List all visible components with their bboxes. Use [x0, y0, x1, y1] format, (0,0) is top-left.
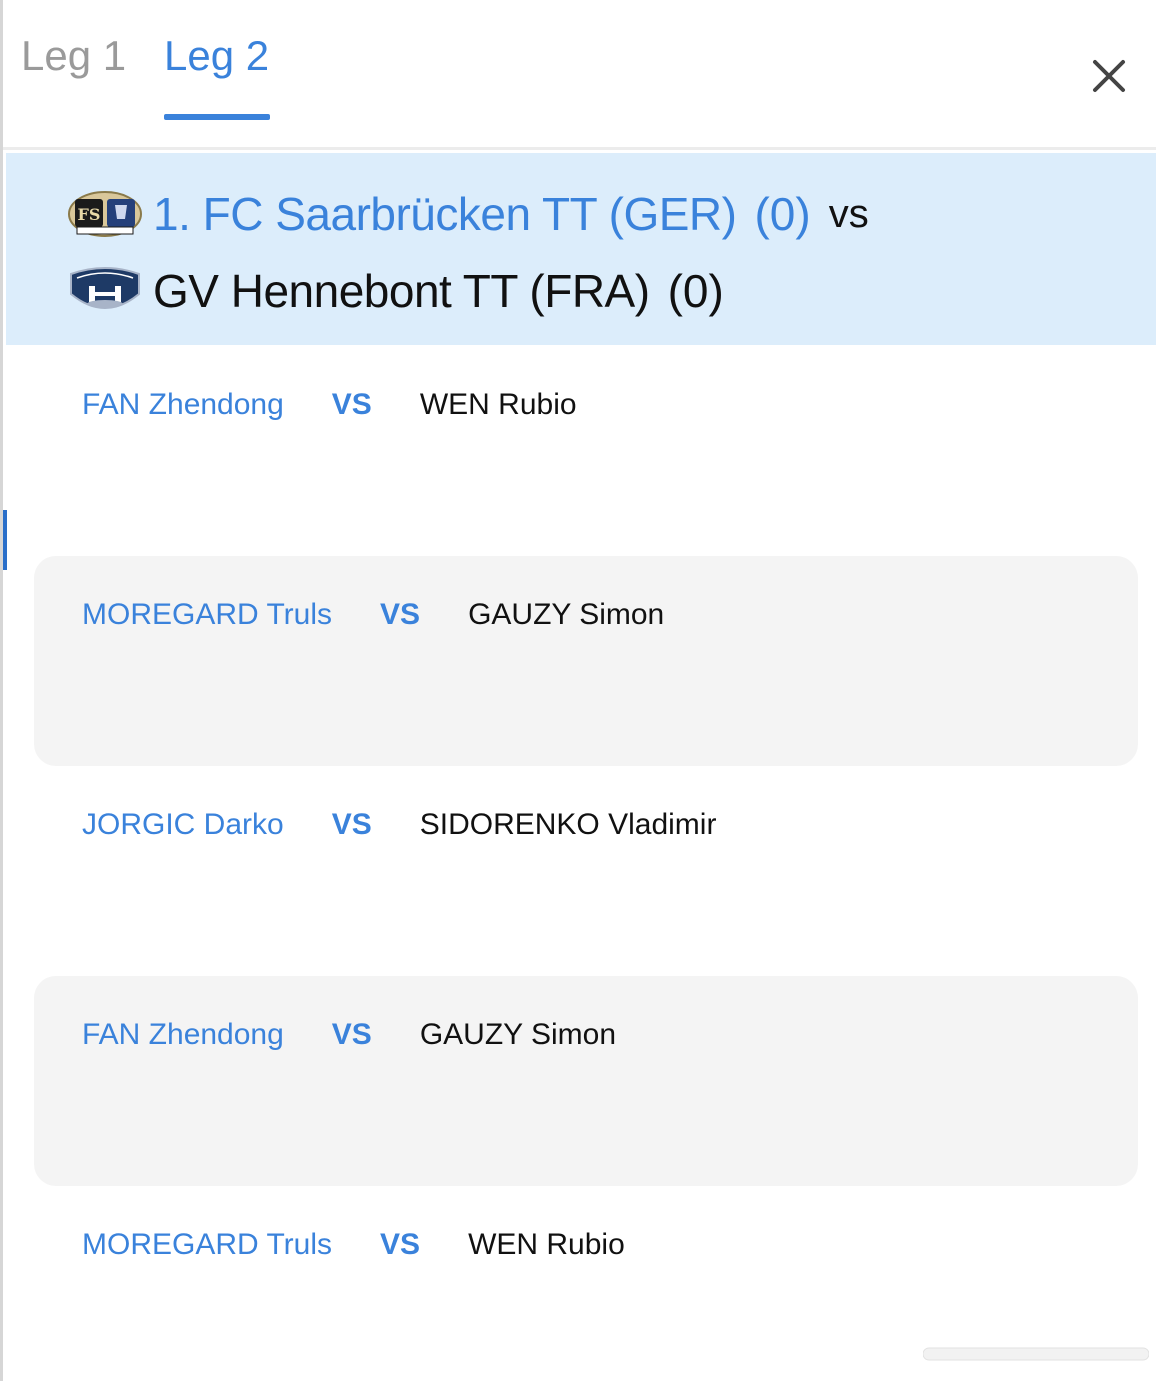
active-tab-indicator [164, 114, 270, 120]
match-line: MOREGARD Truls VS WEN Rubio [82, 1228, 625, 1262]
match-line: MOREGARD Truls VS GAUZY Simon [82, 598, 664, 632]
leg-tabs: Leg 1 Leg 2 [3, 0, 1156, 150]
home-player[interactable]: MOREGARD Truls [82, 1228, 332, 1262]
tab-leg-1[interactable]: Leg 1 [21, 32, 126, 80]
match-vs-label: VS [331, 808, 372, 841]
saarbruecken-crest-icon: FS [68, 191, 142, 237]
match-vs-label: VS [331, 1018, 372, 1051]
home-team-row: FS 1. FC Saarbrücken TT (GER) (0) vs [67, 182, 869, 246]
match-line: FAN Zhendong VS WEN Rubio [82, 388, 577, 422]
away-player[interactable]: WEN Rubio [468, 1228, 625, 1262]
match-vs-label: VS [331, 388, 372, 421]
match-line: FAN Zhendong VS GAUZY Simon [82, 1018, 616, 1052]
away-player[interactable]: SIDORENKO Vladimir [420, 808, 717, 842]
hennebont-crest-icon [70, 267, 140, 309]
home-player[interactable]: FAN Zhendong [82, 388, 284, 422]
backdrop-edge [3, 510, 7, 570]
home-player[interactable]: MOREGARD Truls [82, 598, 332, 632]
match-vs-label: VS [380, 1228, 421, 1261]
home-player[interactable]: JORGIC Darko [82, 808, 284, 842]
away-team-row: GV Hennebont TT (FRA) (0) [67, 259, 724, 323]
scroll-indicator[interactable] [923, 1340, 1149, 1368]
away-team-name: GV Hennebont TT (FRA) [153, 265, 650, 317]
close-icon[interactable] [1089, 56, 1129, 96]
away-player[interactable]: GAUZY Simon [420, 1018, 616, 1052]
match-line: JORGIC Darko VS SIDORENKO Vladimir [82, 808, 716, 842]
match-row[interactable]: FAN Zhendong VS GAUZY Simon [34, 976, 1138, 1186]
away-team-score: (0) [667, 265, 724, 317]
tab-leg-2[interactable]: Leg 2 [164, 32, 269, 80]
home-player[interactable]: FAN Zhendong [82, 1018, 284, 1052]
away-player[interactable]: WEN Rubio [420, 388, 577, 422]
match-vs-label: VS [380, 598, 421, 631]
match-row[interactable]: FAN Zhendong VS WEN Rubio [34, 346, 1138, 556]
fixture-vs-label: vs [828, 191, 869, 236]
match-row[interactable]: JORGIC Darko VS SIDORENKO Vladimir [34, 766, 1138, 976]
away-player[interactable]: GAUZY Simon [468, 598, 664, 632]
match-row[interactable]: MOREGARD Truls VS GAUZY Simon [34, 556, 1138, 766]
match-details-modal: Leg 1 Leg 2 FS 1. FC Saarbrücken TT (GER… [0, 0, 1156, 1381]
svg-text:FS: FS [78, 205, 101, 224]
home-team-score: (0) [754, 188, 811, 240]
home-team-name: 1. FC Saarbrücken TT (GER) [153, 188, 737, 240]
